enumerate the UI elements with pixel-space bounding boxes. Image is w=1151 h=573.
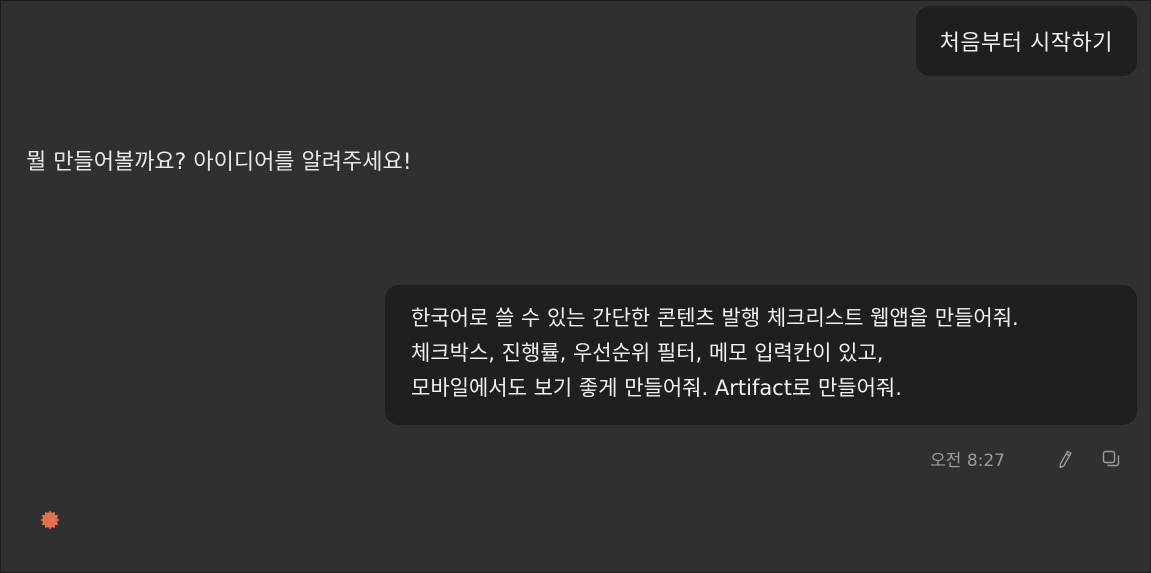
assistant-message-text: 뭘 만들어볼까요? 아이디어를 알려주세요! <box>26 150 412 175</box>
message-actions: 오전 8:27 <box>930 446 1123 471</box>
copy-button[interactable] <box>1099 447 1123 471</box>
user-message-text: 처음부터 시작하기 <box>939 31 1113 56</box>
user-message-bubble-detailed: 한국어로 쓸 수 있는 간단한 콘텐츠 발행 체크리스트 웹앱을 만들어줘. 체… <box>385 285 1137 425</box>
pencil-icon <box>1059 450 1072 468</box>
copy-icon <box>1102 450 1120 466</box>
user-message-line: 모바일에서도 보기 좋게 만들어줘. Artifact로 만들어줘. <box>411 376 902 400</box>
sparkle-icon <box>40 510 60 530</box>
user-message-bubble: 처음부터 시작하기 <box>915 6 1137 76</box>
user-message-line: 한국어로 쓸 수 있는 간단한 콘텐츠 발행 체크리스트 웹앱을 만들어줘. <box>411 306 1019 330</box>
message-timestamp: 오전 8:27 <box>930 451 1005 471</box>
user-message-line: 체크박스, 진행률, 우선순위 필터, 메모 입력칸이 있고, <box>411 341 884 365</box>
edit-button[interactable] <box>1053 447 1077 471</box>
sparkle-shape <box>40 510 60 530</box>
